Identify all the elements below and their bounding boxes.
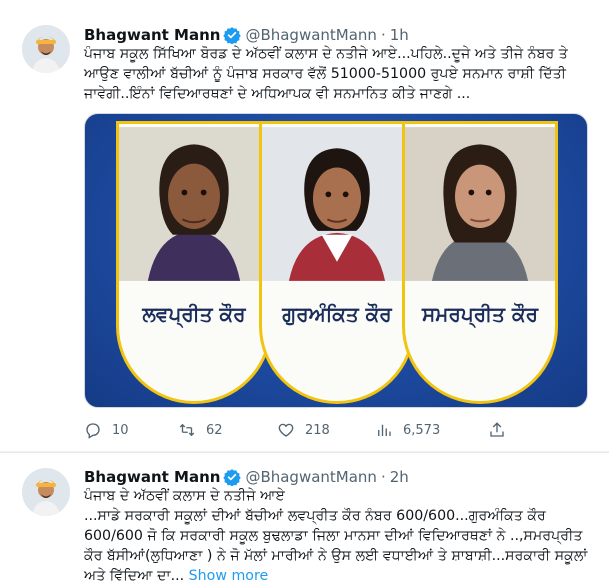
student-card: ਗੁਰਅੰਕਿਤ ਕੌਰ <box>259 121 415 404</box>
retweet-count: 62 <box>206 422 223 438</box>
reply-icon <box>86 423 100 439</box>
tweet-text: ਪੰਜਾਬ ਸਕੂਲ ਸਿੱਖਿਆ ਬੋਰਡ ਦੇ ਅੱਠਵੀਂ ਕਲਾਸ ਦੇ… <box>84 46 568 102</box>
student-card: ਲਵਪ੍ਰੀਤ ਕੌਰ <box>116 121 272 404</box>
tweet-media-image[interactable]: ਲਵਪ੍ਰੀਤ ਕੌਰ ਗੁਰਅੰਕਿਤ ਕੌਰ ਸਮਰਪ੍ਰੀਤ ਕੌਰ <box>84 113 588 408</box>
verified-badge-icon <box>223 468 242 487</box>
tweet-actions: 10 62 218 6,573 <box>84 418 596 442</box>
like-count: 218 <box>305 422 330 438</box>
student-name: ਸਮਰਪ੍ਰੀਤ ਕੌਰ <box>421 302 538 326</box>
tweet-text: ਪੰਜਾਬ ਦੇ ਅੱਠਵੀਂ ਕਲਾਸ ਦੇ ਨਤੀਜੇ ਆਏ ...ਸਾਡੇ… <box>84 486 604 584</box>
author-handle[interactable]: @BhagwantMann <box>245 468 377 486</box>
author-name[interactable]: Bhagwant Mann <box>84 468 220 486</box>
student-card: ਸਮਰਪ੍ਰੀਤ ਕੌਰ <box>402 121 558 404</box>
tweet-text-body: ...ਸਾਡੇ ਸਰਕਾਰੀ ਸਕੂਲਾਂ ਦੀਆਂ ਬੱਚੀਆਂ ਲਵਪ੍ਰੀ… <box>84 508 588 584</box>
reply-button[interactable]: 10 <box>84 418 129 442</box>
tweet[interactable]: Bhagwant Mann @BhagwantMann · 2h ਪੰਜਾਬ ਦ… <box>0 452 609 584</box>
avatar[interactable] <box>22 25 70 73</box>
like-button[interactable]: 218 <box>277 418 330 442</box>
separator-dot: · <box>380 26 386 44</box>
avatar[interactable] <box>22 468 70 516</box>
views-button[interactable]: 6,573 <box>375 418 440 442</box>
tweet-header: Bhagwant Mann @BhagwantMann · 1h <box>84 25 409 45</box>
show-more-link[interactable]: Show more <box>189 568 269 584</box>
separator-dot: · <box>380 468 386 486</box>
student-name: ਗੁਰਅੰਕਿਤ ਕੌਰ <box>282 302 392 326</box>
share-icon <box>490 422 504 437</box>
view-count: 6,573 <box>403 422 441 438</box>
share-button[interactable] <box>488 418 506 442</box>
student-photo <box>405 127 555 281</box>
retweet-button[interactable]: 62 <box>178 418 223 442</box>
tweet-header: Bhagwant Mann @BhagwantMann · 2h <box>84 467 409 487</box>
views-icon <box>378 424 391 436</box>
timestamp[interactable]: 2h <box>390 468 409 486</box>
reply-count: 10 <box>112 422 129 438</box>
student-photo <box>262 127 412 281</box>
retweet-icon <box>179 423 195 437</box>
verified-badge-icon <box>223 26 242 45</box>
heart-icon <box>278 423 294 437</box>
timestamp[interactable]: 1h <box>390 26 409 44</box>
student-name: ਲਵਪ੍ਰੀਤ ਕੌਰ <box>142 302 246 326</box>
author-handle[interactable]: @BhagwantMann <box>245 26 377 44</box>
student-photo <box>119 127 269 281</box>
tweet[interactable]: Bhagwant Mann @BhagwantMann · 1h ਪੰਜਾਬ ਸ… <box>0 0 609 452</box>
tweet-text-line: ਪੰਜਾਬ ਦੇ ਅੱਠਵੀਂ ਕਲਾਸ ਦੇ ਨਤੀਜੇ ਆਏ <box>84 488 285 504</box>
author-name[interactable]: Bhagwant Mann <box>84 26 220 44</box>
